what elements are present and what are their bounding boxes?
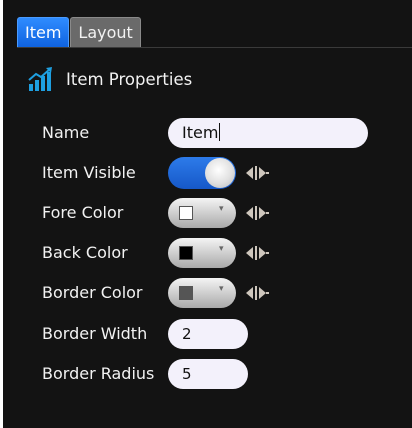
item-visible-label: Item Visible: [42, 163, 136, 182]
toggle-knob: [205, 158, 235, 188]
name-input[interactable]: Item: [168, 118, 368, 148]
tab-item[interactable]: Item: [17, 17, 70, 47]
back-color-row: Back Color ▾: [42, 237, 402, 269]
binding-icon[interactable]: [246, 285, 270, 301]
section-title: Item Properties: [66, 69, 193, 89]
border-color-label: Border Color: [42, 283, 143, 302]
chart-icon: [28, 67, 52, 91]
border-color-swatch: [179, 286, 193, 300]
fore-color-swatch: [179, 206, 193, 220]
section-header: Item Properties: [28, 66, 192, 92]
fore-color-row: Fore Color ▾: [42, 197, 402, 229]
name-row: Name Item: [42, 117, 402, 149]
binding-icon[interactable]: [246, 205, 270, 221]
border-radius-input[interactable]: 5: [168, 359, 248, 389]
border-color-picker[interactable]: ▾: [168, 278, 236, 308]
border-color-row: Border Color ▾: [42, 277, 402, 309]
item-visible-toggle[interactable]: [168, 157, 236, 189]
border-width-input[interactable]: 2: [168, 319, 248, 349]
binding-icon[interactable]: [246, 245, 270, 261]
tab-layout[interactable]: Layout: [70, 17, 141, 47]
tab-bar: Item Layout: [17, 17, 141, 48]
border-radius-label: Border Radius: [42, 364, 155, 383]
binding-icon[interactable]: [246, 165, 270, 181]
item-visible-row: Item Visible: [42, 157, 402, 189]
chevron-down-icon: ▾: [219, 244, 224, 254]
back-color-picker[interactable]: ▾: [168, 238, 236, 268]
chevron-down-icon: ▾: [219, 204, 224, 214]
back-color-label: Back Color: [42, 243, 128, 262]
text-caret: [219, 123, 221, 141]
border-width-row: Border Width 2: [42, 318, 402, 350]
chevron-down-icon: ▾: [219, 284, 224, 294]
fore-color-label: Fore Color: [42, 203, 124, 222]
name-value: Item: [182, 123, 219, 142]
border-radius-row: Border Radius 5: [42, 358, 402, 390]
name-label: Name: [42, 123, 90, 142]
border-width-label: Border Width: [42, 324, 148, 343]
back-color-swatch: [179, 246, 193, 260]
tab-divider: [17, 47, 412, 48]
fore-color-picker[interactable]: ▾: [168, 198, 236, 228]
